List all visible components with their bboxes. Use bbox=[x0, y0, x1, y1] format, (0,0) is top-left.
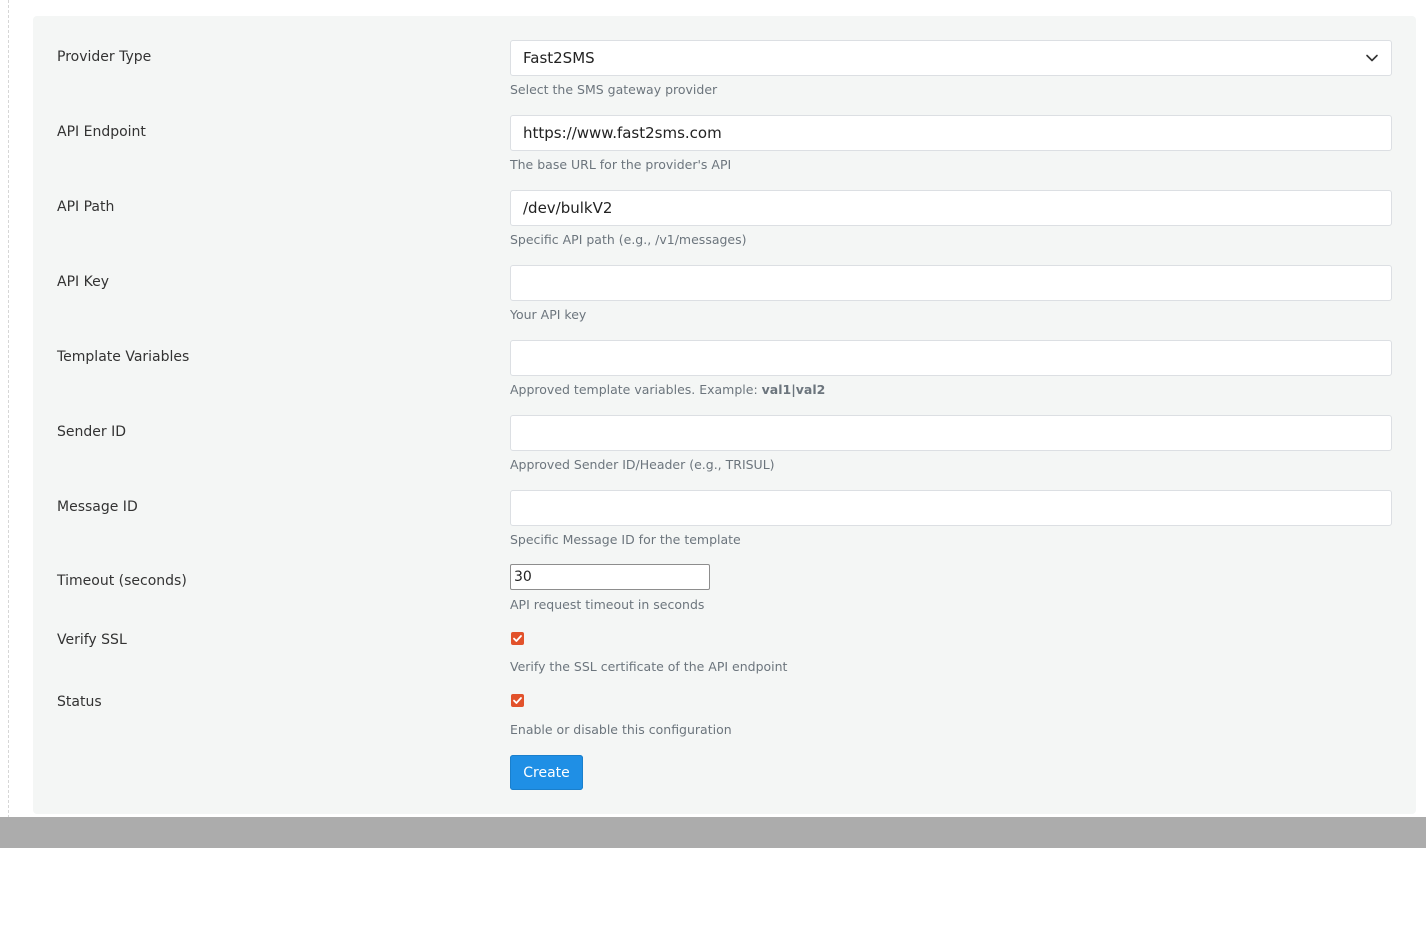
status-help: Enable or disable this configuration bbox=[510, 722, 732, 737]
sender-id-help: Approved Sender ID/Header (e.g., TRISUL) bbox=[510, 457, 775, 472]
provider-type-label: Provider Type bbox=[57, 49, 152, 65]
message-id-input[interactable] bbox=[510, 490, 1392, 526]
status-label: Status bbox=[57, 694, 102, 710]
verify-ssl-label: Verify SSL bbox=[57, 632, 127, 648]
provider-type-help: Select the SMS gateway provider bbox=[510, 82, 718, 97]
status-checkbox[interactable] bbox=[511, 694, 524, 707]
footer-bar bbox=[0, 817, 1426, 848]
api-key-input[interactable] bbox=[510, 265, 1392, 301]
template-variables-example: val1|val2 bbox=[761, 382, 826, 397]
sms-config-form: Provider Type Fast2SMS Select the SMS ga… bbox=[33, 16, 1416, 814]
timeout-input[interactable] bbox=[510, 564, 710, 590]
template-variables-help-text: Approved template variables. Example: bbox=[510, 382, 762, 397]
api-endpoint-input[interactable] bbox=[510, 115, 1392, 151]
provider-type-select[interactable]: Fast2SMS bbox=[510, 40, 1392, 76]
template-variables-label: Template Variables bbox=[57, 349, 190, 365]
template-variables-help: Approved template variables. Example: va… bbox=[510, 382, 825, 397]
api-endpoint-help: The base URL for the provider's API bbox=[510, 157, 732, 172]
timeout-help: API request timeout in seconds bbox=[510, 597, 705, 612]
page: Provider Type Fast2SMS Select the SMS ga… bbox=[0, 0, 1426, 937]
checkmark-icon bbox=[513, 635, 522, 642]
api-endpoint-label: API Endpoint bbox=[57, 124, 146, 140]
sender-id-input[interactable] bbox=[510, 415, 1392, 451]
api-key-help: Your API key bbox=[510, 307, 587, 322]
create-button[interactable]: Create bbox=[510, 755, 583, 790]
sender-id-label: Sender ID bbox=[57, 424, 126, 440]
chevron-down-icon bbox=[1366, 54, 1378, 62]
provider-type-value: Fast2SMS bbox=[523, 49, 595, 67]
checkmark-icon bbox=[513, 697, 522, 704]
timeout-label: Timeout (seconds) bbox=[57, 573, 187, 589]
message-id-label: Message ID bbox=[57, 499, 138, 515]
api-key-label: API Key bbox=[57, 274, 109, 290]
message-id-help: Specific Message ID for the template bbox=[510, 532, 741, 547]
api-path-input[interactable] bbox=[510, 190, 1392, 226]
template-variables-input[interactable] bbox=[510, 340, 1392, 376]
api-path-label: API Path bbox=[57, 199, 115, 215]
verify-ssl-help: Verify the SSL certificate of the API en… bbox=[510, 659, 788, 674]
left-guide-line bbox=[8, 0, 9, 848]
verify-ssl-checkbox[interactable] bbox=[511, 632, 524, 645]
api-path-help: Specific API path (e.g., /v1/messages) bbox=[510, 232, 747, 247]
